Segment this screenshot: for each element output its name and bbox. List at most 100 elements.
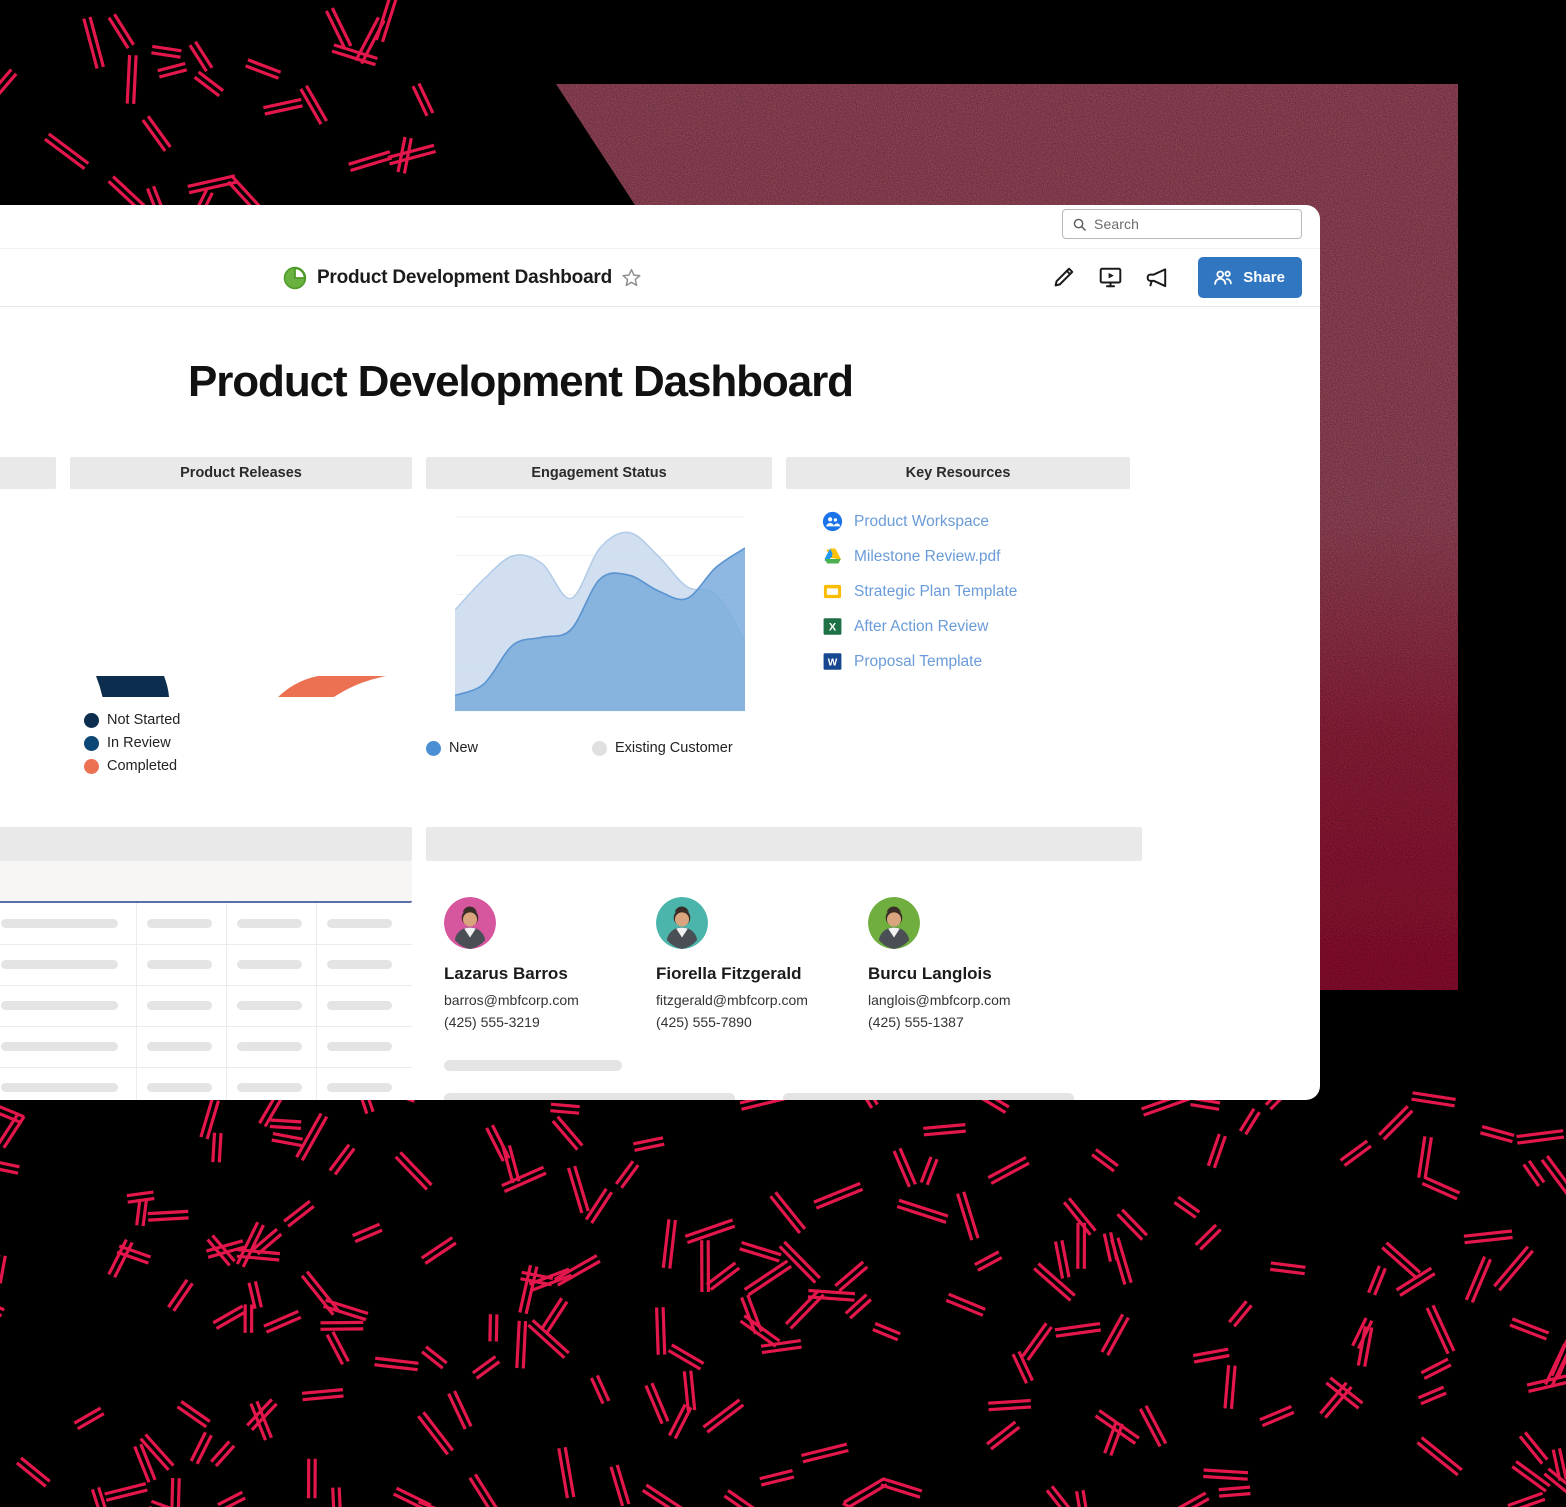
table-cell [316, 1067, 412, 1100]
table-row[interactable] [0, 903, 412, 945]
key-resource-label: Proposal Template [854, 652, 983, 670]
word-icon: W [823, 653, 842, 670]
svg-text:W: W [828, 658, 838, 669]
contacts-placeholder-block [426, 1034, 1142, 1100]
table-column-header [0, 861, 412, 903]
widget-engagement-status-title: Engagement Status [426, 457, 772, 489]
page-title: Product Development Dashboard [188, 357, 854, 406]
lower-row: Lazarus Barros barros@mbfcorp.com (425) 55… [0, 827, 1320, 1100]
search-icon [1073, 218, 1086, 231]
stat-label-line1: Event Speakers [0, 669, 56, 687]
people-icon [1214, 270, 1233, 285]
key-resources-body: Product Workspace Milestone Review.pdf S… [786, 489, 1130, 686]
legend-item: Existing Customer [592, 740, 758, 756]
share-button-label: Share [1243, 269, 1285, 286]
engagement-status-legend: New Existing Customer [426, 740, 772, 756]
contact-card: Lazarus Barros barros@mbfcorp.com (425) 55… [444, 897, 656, 1034]
contact-avatar [444, 897, 496, 949]
present-icon[interactable] [1098, 265, 1123, 290]
avatar [656, 897, 708, 949]
placeholder-bar [444, 1092, 735, 1100]
contact-card: Burcu Langlois langlois@mbfcorp.com (425) … [868, 897, 1080, 1034]
table-cell-avatar [0, 944, 137, 986]
toolbar-actions: Share [1051, 257, 1302, 298]
gauge-segment [96, 676, 170, 730]
widget-engagement-status: Engagement Status New Existing Customer [426, 457, 772, 781]
table-cell [136, 944, 227, 986]
contact-phone: (425) 555-1387 [868, 1014, 964, 1031]
contact-card: Fiorella Fitzgerald fitzgerald@mbfcorp.co… [656, 897, 868, 1034]
table-cell [136, 1026, 227, 1068]
table-cell-avatar [0, 985, 137, 1027]
stat-label-line2: Attendees [0, 571, 56, 589]
share-button[interactable]: Share [1198, 257, 1302, 298]
product-releases-legend: Not Started In Review Completed [70, 712, 412, 781]
slides-icon [823, 584, 842, 599]
widget-key-resources: Key Resources Product Workspace Mileston… [786, 457, 1130, 781]
screenshot-stage: Search Product Development Dashboard Sha… [0, 0, 1566, 1507]
table-cell [226, 985, 317, 1027]
search-input[interactable]: Search [1062, 209, 1302, 239]
key-resource-label: Milestone Review.pdf [854, 547, 1001, 565]
table-cell [136, 1067, 227, 1100]
legend-label: New [449, 740, 479, 756]
table-cell-avatar [0, 1067, 137, 1100]
pie-chart-icon [283, 266, 307, 289]
conference-stats: 423 Registered Attendees 27 Event Speake… [0, 489, 56, 687]
key-resource-label: After Action Review [854, 617, 989, 635]
contact-email: barros@mbfcorp.com [444, 992, 579, 1008]
key-resource-item[interactable]: Strategic Plan Template [822, 581, 1130, 602]
dashboard-body: Product Development Dashboard Conference… [0, 307, 1320, 1100]
contact-avatar [656, 897, 708, 949]
table-cell [316, 985, 412, 1027]
stat-value: 423 [0, 511, 56, 549]
legend-label: Completed [107, 758, 178, 774]
legend-label: Existing Customer [615, 740, 733, 756]
widget-conference-title: Conference [0, 457, 56, 489]
contact-phone: (425) 555-3219 [444, 1014, 540, 1031]
table-cell [136, 903, 227, 945]
contacts-panel: Lazarus Barros barros@mbfcorp.com (425) 55… [426, 827, 1142, 1100]
contact-email: langlois@mbfcorp.com [868, 992, 1011, 1008]
legend-dot [592, 740, 607, 756]
star-outline-icon[interactable] [621, 267, 642, 288]
table-cell [316, 1026, 412, 1068]
contact-email: fitzgerald@mbfcorp.com [656, 992, 808, 1008]
contact-name: Fiorella Fitzgerald [656, 964, 802, 983]
stat-registered-attendees: 423 Registered Attendees [0, 511, 56, 589]
table-row[interactable] [0, 985, 412, 1027]
key-resource-item[interactable]: W Proposal Template [822, 651, 1130, 672]
contacts-list: Lazarus Barros barros@mbfcorp.com (425) 55… [426, 861, 1142, 1034]
gauge-segment [255, 676, 386, 819]
widget-conference: Conference 423 Registered Attendees 27 E… [0, 457, 56, 781]
stat-event-speakers: 27 Event Speakers [0, 629, 56, 687]
placeholder-table [0, 903, 412, 1100]
table-cell [226, 944, 317, 986]
table-row[interactable] [0, 944, 412, 986]
table-cell [136, 985, 227, 1027]
legend-dot [84, 758, 99, 774]
contacts-panel-header [426, 827, 1142, 861]
stat-value: 27 [0, 629, 56, 667]
table-row[interactable] [0, 1026, 412, 1068]
excel-icon: X [823, 618, 842, 635]
document-toolbar: Product Development Dashboard Share [0, 249, 1320, 307]
edit-pencil-icon[interactable] [1051, 265, 1076, 290]
announce-megaphone-icon[interactable] [1145, 265, 1170, 290]
workspace-people-icon [822, 511, 843, 532]
table-cell-avatar [0, 903, 137, 945]
google-drive-icon [824, 548, 841, 564]
svg-text:X: X [829, 622, 837, 634]
placeholder-bar [783, 1092, 1074, 1100]
stat-label-line1: Registered [0, 551, 56, 569]
key-resource-item[interactable]: Product Workspace [822, 511, 1130, 532]
app-window: Search Product Development Dashboard Sha… [0, 205, 1320, 1100]
table-panel [0, 827, 412, 1100]
table-cell [226, 1026, 317, 1068]
avatar [444, 897, 496, 949]
key-resource-item[interactable]: X After Action Review [822, 616, 1130, 637]
table-cell [226, 903, 317, 945]
contact-phone: (425) 555-7890 [656, 1014, 752, 1031]
table-row[interactable] [0, 1067, 412, 1100]
key-resource-item[interactable]: Milestone Review.pdf [822, 546, 1130, 567]
